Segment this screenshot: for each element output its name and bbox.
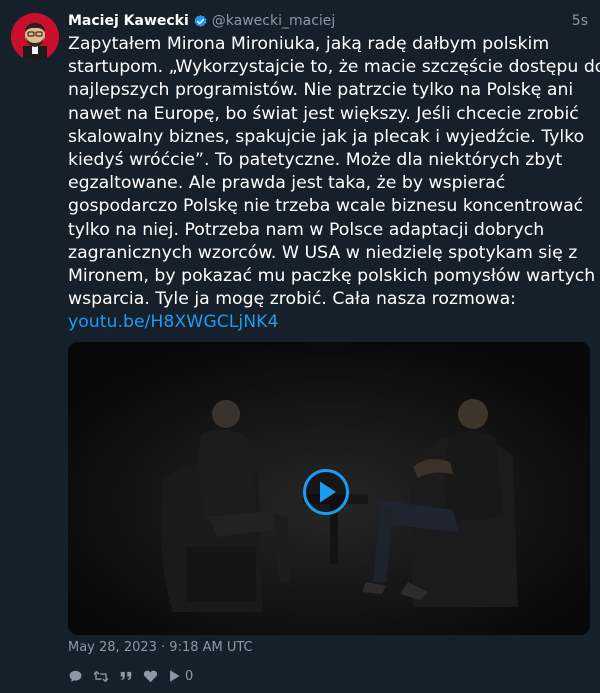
retweet-button[interactable] (93, 669, 109, 684)
author-handle[interactable]: @kawecki_maciej (212, 13, 336, 29)
tweet-text-line: tylko na niej. Potrzeba nam w Polsce ada… (68, 219, 545, 240)
play-button-icon[interactable] (303, 469, 349, 515)
youtube-link[interactable]: youtu.be/H8XWGCLjNK4 (68, 311, 588, 334)
tweet-text-line: najlepszych programistów. Nie patrzcie t… (68, 80, 574, 101)
tweet-text-line: egzaltowane. Ale prawda jest taka, że by… (68, 173, 506, 194)
tweet-text: Zapytałem Mirona Mironiuka, jaką radę da… (68, 33, 600, 335)
author-name[interactable]: Maciej Kawecki (68, 13, 189, 29)
tweet-text-line: wsparcia. Tyle ja mogę zrobić. Cała nasz… (68, 289, 517, 310)
like-button[interactable] (143, 669, 158, 683)
like-icon (143, 670, 158, 683)
reply-button[interactable] (68, 669, 83, 684)
verified-badge-icon (193, 14, 208, 29)
views-count: 0 (185, 668, 194, 684)
tweet-time[interactable]: 5s (572, 13, 588, 29)
tweet-text-line: Mironem, by pokazać mu paczkę polskich p… (68, 266, 596, 287)
tweet-text-line: nawet na Europę, bo świat jest większy. … (68, 103, 579, 124)
avatar-illustration (11, 13, 59, 61)
tweet-header: Maciej Kawecki @kawecki_maciej 5s (68, 11, 588, 31)
retweet-icon (93, 670, 109, 682)
tweet-text-line: skalowalny biznes, spakujcie jak ja plec… (68, 126, 585, 147)
tweet-text-line: gospodarczo Polskę nie trzeba wcale bizn… (68, 196, 584, 217)
video-player[interactable] (68, 342, 590, 635)
reply-icon (69, 670, 82, 682)
views-button[interactable]: 0 (168, 669, 193, 684)
quote-button[interactable] (119, 669, 133, 683)
quote-icon (120, 671, 132, 681)
tweet-text-line: kiedyś wróćcie”. To patetyczne. Może dla… (68, 150, 563, 171)
tweet-text-line: zagranicznych wzorców. W USA w niedzielę… (68, 242, 578, 263)
tweet-timestamp[interactable]: May 28, 2023 · 9:18 AM UTC (68, 640, 253, 655)
tweet-text-line: startupom. „Wykorzystajcie to, że macie … (68, 57, 600, 78)
tweet-text-line: Zapytałem Mirona Mironiuka, jaką radę da… (68, 34, 550, 54)
views-icon (170, 670, 180, 682)
tweet: Maciej Kawecki @kawecki_maciej 5s Zapyta… (0, 0, 600, 693)
avatar[interactable] (11, 13, 59, 61)
tweet-actions: 0 (68, 667, 203, 685)
